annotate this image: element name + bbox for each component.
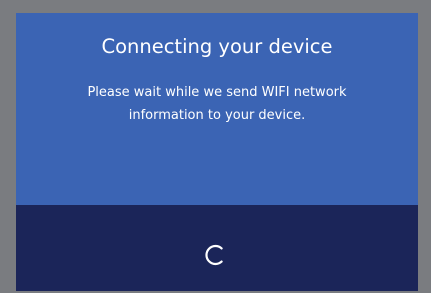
dialog-header-area: Connecting your device Please wait while…	[16, 13, 418, 205]
loading-spinner-icon	[203, 243, 227, 267]
dialog-message: Please wait while we send WIFI network i…	[87, 85, 347, 123]
connecting-dialog: Connecting your device Please wait while…	[16, 13, 418, 291]
screen-background: Connecting your device Please wait while…	[0, 0, 431, 293]
dialog-title: Connecting your device	[101, 35, 333, 58]
